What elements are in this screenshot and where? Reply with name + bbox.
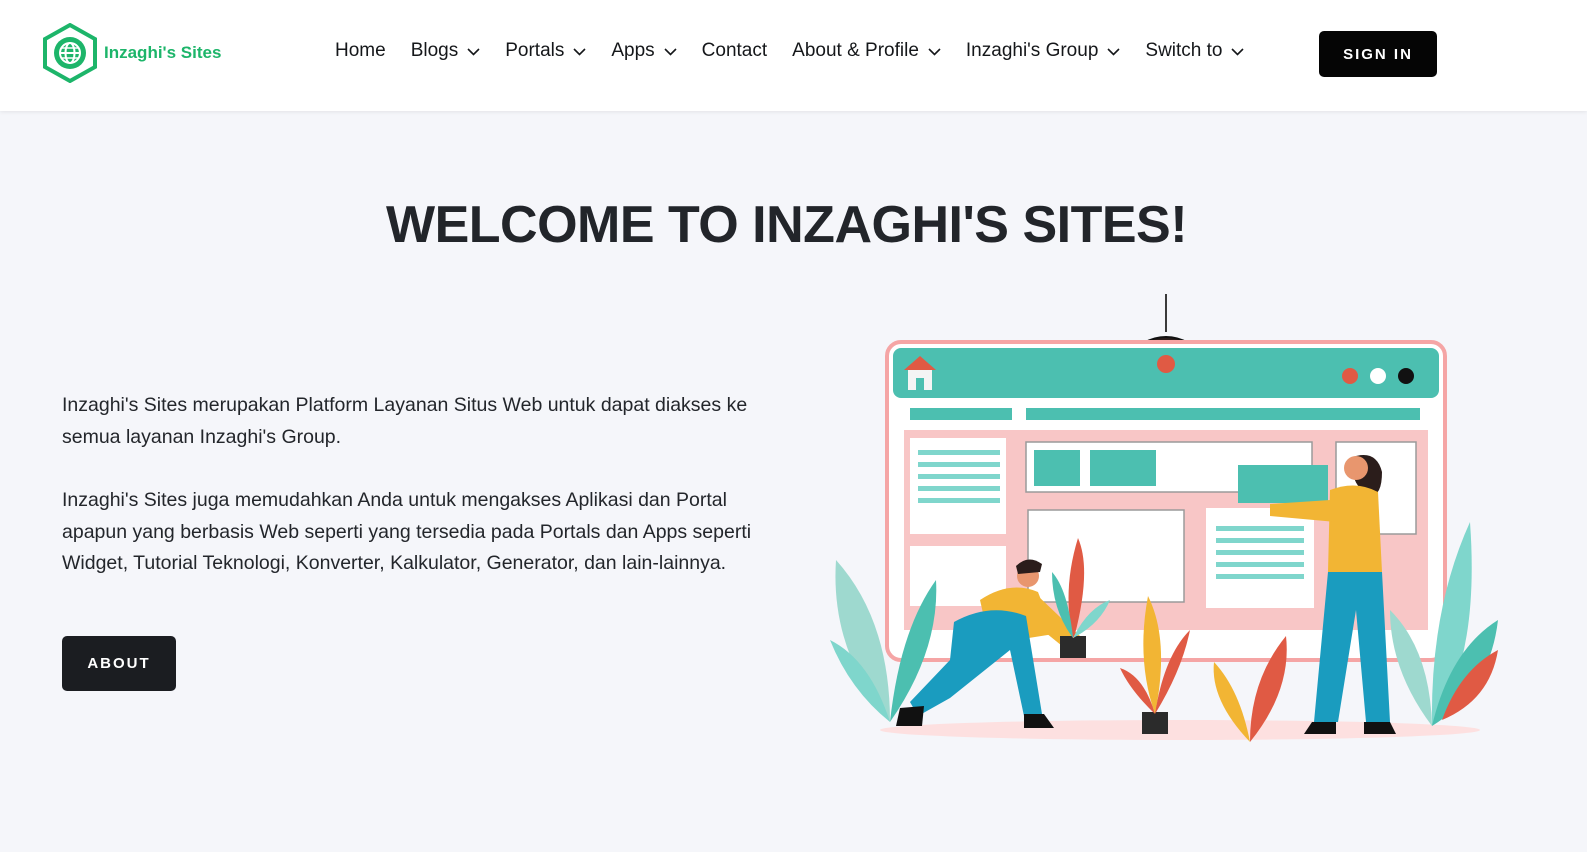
nav-item-label: Blogs: [410, 40, 459, 61]
nav-item-about-profile[interactable]: About & Profile: [792, 40, 941, 62]
nav-item-label: Switch to: [1145, 40, 1223, 61]
nav-item-inzaghis-group[interactable]: Inzaghi's Group: [966, 40, 1120, 62]
main-nav: Home Blogs Portals Apps Contact About & …: [335, 40, 1269, 62]
page-title: WELCOME TO INZAGHI'S SITES!: [385, 196, 1188, 254]
nav-item-label: Inzaghi's Group: [965, 40, 1099, 61]
nav-item-home[interactable]: Home: [335, 40, 386, 62]
nav-item-apps[interactable]: Apps: [611, 40, 677, 62]
nav-item-label: Home: [335, 40, 386, 61]
nav-item-switch-to[interactable]: Switch to: [1145, 40, 1245, 62]
sign-in-button[interactable]: SIGN IN: [1319, 31, 1437, 77]
nav-item-label: Apps: [611, 40, 655, 61]
top-navbar: Inzaghi's Sites Home Blogs Portals Apps …: [0, 0, 1587, 111]
description-paragraph: Inzaghi's Sites juga memudahkan Anda unt…: [62, 489, 752, 574]
intro-paragraph: Inzaghi's Sites merupakan Platform Layan…: [62, 394, 748, 448]
nav-item-blogs[interactable]: Blogs: [411, 40, 481, 62]
nav-item-label: About & Profile: [792, 40, 919, 61]
nav-item-label: Contact: [701, 40, 768, 61]
chevron-down-icon: [928, 40, 941, 62]
nav-item-contact[interactable]: Contact: [702, 40, 767, 62]
chevron-down-icon: [1107, 40, 1120, 62]
site-logo[interactable]: Inzaghi's Sites: [42, 23, 221, 83]
about-button[interactable]: ABOUT: [62, 636, 176, 691]
globe-hexagon-icon: [42, 23, 98, 83]
hero-illustration: [830, 290, 1510, 755]
chevron-down-icon: [1231, 40, 1245, 62]
site-name: Inzaghi's Sites: [104, 43, 222, 62]
chevron-down-icon: [467, 40, 480, 62]
nav-item-label: Portals: [505, 40, 565, 61]
chevron-down-icon: [664, 40, 677, 62]
chevron-down-icon: [573, 40, 586, 62]
nav-item-portals[interactable]: Portals: [505, 40, 586, 62]
